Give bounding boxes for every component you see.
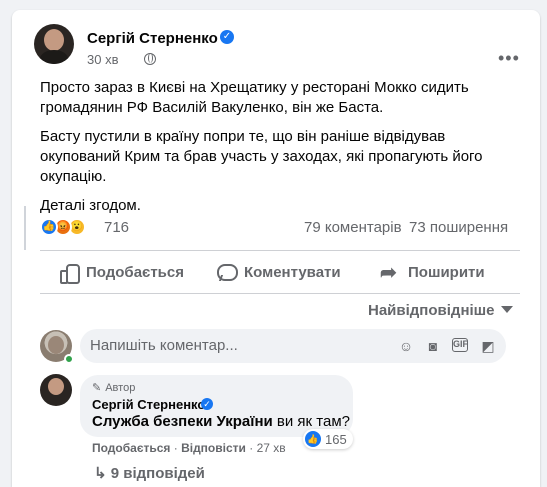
commenter-name[interactable]: Сергій Стерненко [92,397,205,412]
verified-badge-icon: ✓ [201,398,213,410]
like-reaction-icon: 👍 [305,431,321,447]
comment-time[interactable]: 27 хв [257,441,286,455]
post-paragraph: Басту пустили в країну попри те, що він … [40,128,483,185]
comment-sort-dropdown[interactable]: Найвідповідніше [368,302,513,319]
comment-bubble: Автор Сергій Стерненко ✓ Служба безпеки … [80,375,353,437]
post-time[interactable]: 30 хв [87,52,118,67]
globe-icon [144,53,156,65]
comment-button[interactable]: Коментувати [216,255,341,289]
post-stats: 👍 😡 😮 716 79 коментарів 73 поширення [40,218,510,240]
comment-likes-count: 165 [325,431,347,447]
caret-down-icon [500,306,513,313]
thumbs-up-icon [58,262,80,284]
post-paragraph: Просто зараз в Києві на Хрещатику у рест… [40,79,469,116]
gif-icon[interactable]: GIF [452,338,468,352]
shares-count[interactable]: 73 поширення [409,219,508,236]
author-avatar[interactable] [34,24,74,64]
post-actions: Подобається Коментувати Поширити [40,255,520,289]
comment-button-label: Коментувати [244,263,341,281]
comment-likes[interactable]: 👍 165 [303,429,353,449]
left-divider-line [24,206,26,250]
camera-icon[interactable]: ◙ [425,338,441,354]
author-tag: Автор [92,381,135,394]
view-replies-link[interactable]: ↳ 9 відповідей [94,464,205,482]
sticker-icon[interactable]: ◩ [480,338,496,354]
comment-reply-link[interactable]: Відповісти [181,441,246,455]
like-button[interactable]: Подобається [58,255,184,289]
share-button[interactable]: Поширити [380,255,485,289]
post-body: Просто зараз в Києві на Хрещатику у рест… [40,78,520,225]
share-icon [380,260,400,285]
comments-count[interactable]: 79 коментарів [304,219,402,236]
post-header: Сергій Стерненко ✓ 30 хв ••• [26,20,526,68]
like-button-label: Подобається [86,263,184,281]
smiley-icon[interactable]: ☺ [398,338,414,354]
post-card: Сергій Стерненко ✓ 30 хв ••• Просто зара… [12,10,540,487]
post-paragraph: Деталі згодом. [40,197,141,214]
mention-link[interactable]: Служба безпеки України [92,413,273,430]
divider [40,250,520,251]
comment-text: Служба безпеки України ви як там? [92,413,350,430]
share-button-label: Поширити [408,263,485,281]
comment-input[interactable]: Напишіть коментар... ☺ ◙ GIF ◩ [80,329,506,363]
online-status-icon [64,354,74,364]
author-name[interactable]: Сергій Стерненко [87,30,218,47]
comment-meta: Подобається · Відповісти · 27 хв [92,441,286,455]
comment-text-rest: ви як там? [272,413,350,430]
comment-placeholder: Напишіть коментар... [90,337,238,354]
commenter-avatar[interactable] [40,374,72,406]
divider [40,293,520,294]
more-options-button[interactable]: ••• [498,48,520,69]
verified-badge-icon: ✓ [220,30,234,44]
sort-label: Найвідповідніше [368,302,495,319]
comment-icon [216,262,238,282]
comment-like-link[interactable]: Подобається [92,441,170,455]
reactions-count[interactable]: 716 [104,219,129,236]
replies-label: 9 відповідей [110,465,205,482]
reply-arrow-icon: ↳ [94,465,111,482]
like-reaction-icon[interactable]: 👍 [40,218,58,236]
